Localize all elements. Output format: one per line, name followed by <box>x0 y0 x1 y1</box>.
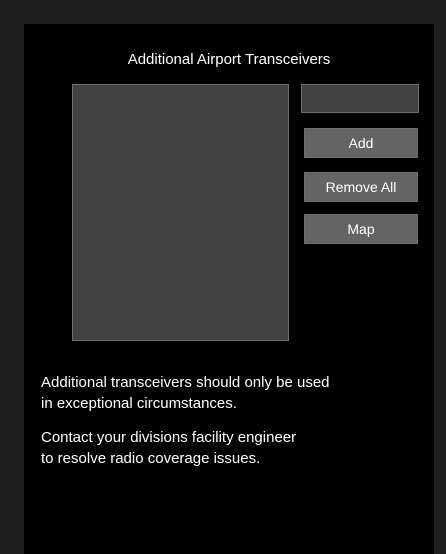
map-button[interactable]: Map <box>304 214 418 244</box>
usage-warning-line-2: in exceptional circumstances. <box>41 395 237 412</box>
add-button[interactable]: Add <box>304 128 418 158</box>
transceivers-panel: Additional Airport Transceivers Add Remo… <box>24 24 434 554</box>
contact-engineer-line-1: Contact your divisions facility engineer <box>41 429 297 446</box>
contact-engineer-text: Contact your divisions facility engineer… <box>41 427 421 469</box>
transceiver-list[interactable] <box>72 84 289 341</box>
usage-warning-line-1: Additional transceivers should only be u… <box>41 374 330 391</box>
window-frame-left <box>0 0 24 554</box>
contact-engineer-line-2: to resolve radio coverage issues. <box>41 450 261 467</box>
window-frame-right <box>434 0 446 554</box>
transceivers-window: Additional Airport Transceivers Add Remo… <box>0 0 446 554</box>
remove-all-button[interactable]: Remove All <box>304 172 418 202</box>
window-frame-top <box>0 0 446 24</box>
transceiver-input[interactable] <box>301 84 419 113</box>
panel-title: Additional Airport Transceivers <box>127 51 331 68</box>
usage-warning-text: Additional transceivers should only be u… <box>41 372 421 414</box>
